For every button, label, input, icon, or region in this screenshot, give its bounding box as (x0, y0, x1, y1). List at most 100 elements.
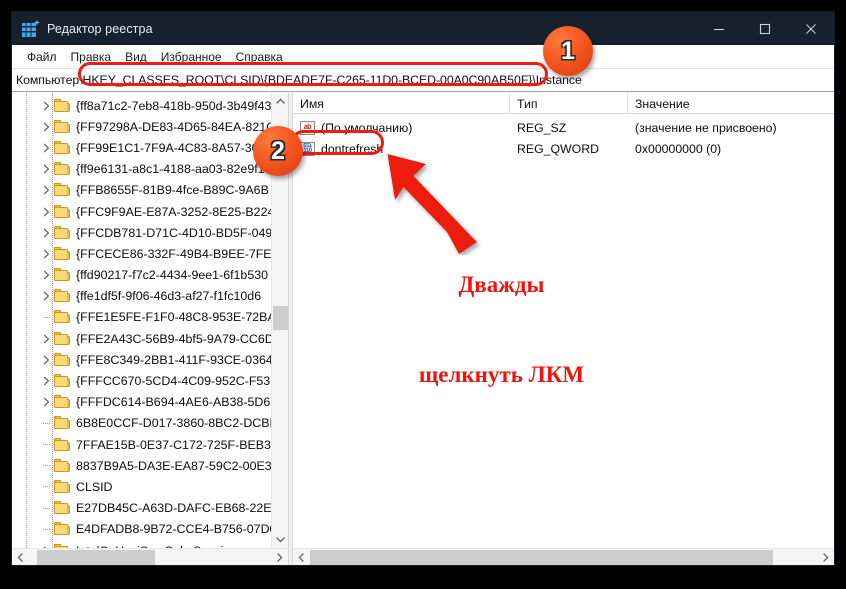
folder-icon (54, 140, 71, 155)
tree-item[interactable]: CLSID (12, 476, 271, 497)
chevron-right-icon[interactable] (38, 376, 54, 386)
values-scroll-right-icon[interactable] (817, 549, 834, 566)
folder-icon (54, 458, 71, 473)
folder-icon (54, 501, 71, 515)
tree-item-label: {FFC9F9AE-E87A-3252-8E25-B2242 (76, 204, 271, 219)
tree-item-label: 6B8E0CCF-D017-3860-8BC2-DCBE (76, 416, 271, 431)
tree-item[interactable]: {FFCECE86-332F-49B4-B9EE-7FECE (12, 243, 271, 264)
tree-guide-line (38, 465, 54, 467)
chevron-right-icon[interactable] (38, 122, 54, 132)
values-horizontal-scrollbar[interactable] (293, 548, 834, 565)
menu-item-file[interactable]: Файл (20, 48, 64, 66)
folder-icon (54, 246, 71, 261)
chevron-right-icon[interactable] (38, 397, 54, 407)
chevron-right-icon[interactable] (38, 207, 54, 217)
tree-item-label: {ff9e6131-a8c1-4188-aa03-82e9f10 (76, 162, 271, 177)
tree-guide-line (38, 316, 54, 318)
menu-item-edit[interactable]: Правка (64, 48, 119, 66)
tree-item-label: {FFE2A43C-56B9-4bf5-9A79-CC6D (76, 331, 271, 346)
tree-item[interactable]: {ff8a71c2-7eb8-418b-950d-3b49f43 (12, 95, 271, 116)
tree-item[interactable]: {ffd90217-f7c2-4434-9ee1-6f1b530 (12, 265, 271, 286)
chevron-right-icon[interactable] (38, 270, 54, 280)
tree-item[interactable]: 8837B9A5-DA3E-EA87-59C2-00E33 (12, 455, 271, 476)
chevron-right-icon[interactable] (38, 101, 54, 111)
tree-hscroll-thumb[interactable] (37, 549, 155, 565)
scroll-down-icon[interactable] (272, 531, 289, 548)
tree-item[interactable]: {FFE8C349-2BB1-411F-93CE-0364C (12, 349, 271, 370)
address-bar[interactable]: Компьютер\HKEY_CLASSES_ROOT\CLSID\{BDEAD… (12, 69, 834, 92)
string-value-icon: ab (300, 120, 315, 135)
chevron-right-icon[interactable] (38, 228, 54, 238)
maximize-icon[interactable] (742, 12, 788, 45)
tree-item[interactable]: {FFE2A43C-56B9-4bf5-9A79-CC6D (12, 328, 271, 349)
tree-guide-line (38, 486, 54, 488)
values-scroll-left-icon[interactable] (293, 549, 310, 566)
tree-item-label: {FFE1E5FE-F1F0-48C8-953E-72BA27 (76, 310, 271, 325)
chevron-right-icon[interactable] (38, 291, 54, 301)
menu-item-view[interactable]: Вид (118, 48, 154, 66)
tree-item[interactable]: {ff9e6131-a8c1-4188-aa03-82e9f10 (12, 159, 271, 180)
tree-item[interactable]: E4DFADB8-9B72-CCE4-B756-07D0E (12, 519, 271, 540)
tree-item[interactable]: {FFC9F9AE-E87A-3252-8E25-B2242 (12, 201, 271, 222)
chevron-right-icon[interactable] (38, 249, 54, 259)
chevron-right-icon[interactable] (38, 185, 54, 195)
tree-item[interactable]: 6B8E0CCF-D017-3860-8BC2-DCBE (12, 413, 271, 434)
chevron-right-icon[interactable] (38, 143, 54, 153)
tree-item[interactable]: {FF97298A-DE83-4D65-84EA-821C0 (12, 116, 271, 137)
window-title: Редактор реестра (47, 21, 153, 36)
scroll-up-icon[interactable] (272, 93, 289, 110)
tree-item-label: {FFFCC670-5CD4-4C09-952C-F53F (76, 374, 271, 389)
values-hscroll-thumb[interactable] (310, 549, 773, 565)
folder-icon (54, 204, 71, 219)
tree-item-label: 7FFAE15B-0E37-C172-725F-BEB382 (76, 437, 271, 452)
tree-item[interactable]: 7FFAE15B-0E37-C172-725F-BEB382 (12, 434, 271, 455)
value-data: 0x00000000 (0) (635, 141, 722, 156)
tree-item[interactable]: E27DB45C-A63D-DAFC-EB68-22E2 (12, 498, 271, 519)
tree-item-label: {FFCECE86-332F-49B4-B9EE-7FECE (76, 246, 271, 261)
tree-scroll-thumb[interactable] (272, 306, 288, 330)
tree-item-label: {FF99E1C1-7F9A-4C83-8A57-30599 (76, 140, 271, 155)
registry-tree[interactable]: {ff8a71c2-7eb8-418b-950d-3b49f43 {FF97298… (12, 93, 271, 548)
tree-item[interactable]: {FFB8655F-81B9-4fce-B89C-9A6B (12, 180, 271, 201)
tree-hscroll-track[interactable] (29, 549, 271, 566)
values-hscroll-track[interactable] (310, 549, 817, 566)
tree-item-label: {ffe1df5f-9f06-46d3-af27-f1fc10d6 (76, 289, 262, 304)
chevron-right-icon[interactable] (38, 355, 54, 365)
column-header-value[interactable]: Значение (628, 93, 834, 114)
folder-icon (54, 479, 71, 494)
tree-item[interactable]: {FFCDB781-D71C-4D10-BD5F-0492 (12, 222, 271, 243)
tree-item[interactable]: {FFE1E5FE-F1F0-48C8-953E-72BA27 (12, 307, 271, 328)
registry-tree-pane: {ff8a71c2-7eb8-418b-950d-3b49f43 {FF97298… (12, 93, 288, 565)
chevron-right-icon[interactable] (38, 334, 54, 344)
value-row[interactable]: 011 110 dontrefresh REG_QWORD 0x00000000 (0) (293, 138, 834, 159)
value-name-cell: ab (По умолчанию) (293, 120, 510, 135)
folder-icon (54, 289, 71, 303)
tree-item-label: {ffd90217-f7c2-4434-9ee1-6f1b530 (76, 268, 268, 283)
folder-icon (54, 98, 71, 113)
scroll-right-icon[interactable] (271, 549, 288, 566)
tree-item[interactable]: {FF99E1C1-7F9A-4C83-8A57-30599 (12, 137, 271, 158)
tree-item-label: CLSID (76, 479, 113, 494)
folder-icon (54, 162, 71, 176)
scroll-left-icon[interactable] (12, 549, 29, 566)
tree-item-label: {FFB8655F-81B9-4fce-B89C-9A6B (76, 183, 269, 198)
menu-item-favorites[interactable]: Избранное (154, 48, 229, 66)
folder-icon (54, 183, 71, 197)
value-row[interactable]: ab (По умолчанию) REG_SZ (значение не присв… (293, 117, 834, 138)
tree-horizontal-scrollbar[interactable] (12, 548, 288, 565)
tree-scroll-area: {ff8a71c2-7eb8-418b-950d-3b49f43 {FF97298… (12, 93, 288, 548)
minimize-icon[interactable] (696, 12, 742, 45)
registry-icon (22, 19, 40, 37)
chevron-right-icon[interactable] (38, 164, 54, 174)
tree-item[interactable]: {FFFDC614-B694-4AE6-AB38-5D63 (12, 392, 271, 413)
tree-item[interactable]: {ffe1df5f-9f06-46d3-af27-f1fc10d6 (12, 286, 271, 307)
column-header-name[interactable]: Имя (293, 93, 510, 114)
column-header-type[interactable]: Тип (510, 93, 628, 114)
menu-item-help[interactable]: Справка (229, 48, 290, 66)
menu-bar: Файл Правка Вид Избранное Справка (12, 45, 834, 69)
tree-item[interactable]: IntelCpHeciSvc.CphsSession (12, 540, 271, 548)
callout-line-1: Дважды (458, 272, 545, 297)
tree-item[interactable]: {FFFCC670-5CD4-4C09-952C-F53F (12, 370, 271, 391)
folder-icon (54, 374, 71, 388)
close-icon[interactable] (788, 12, 834, 45)
